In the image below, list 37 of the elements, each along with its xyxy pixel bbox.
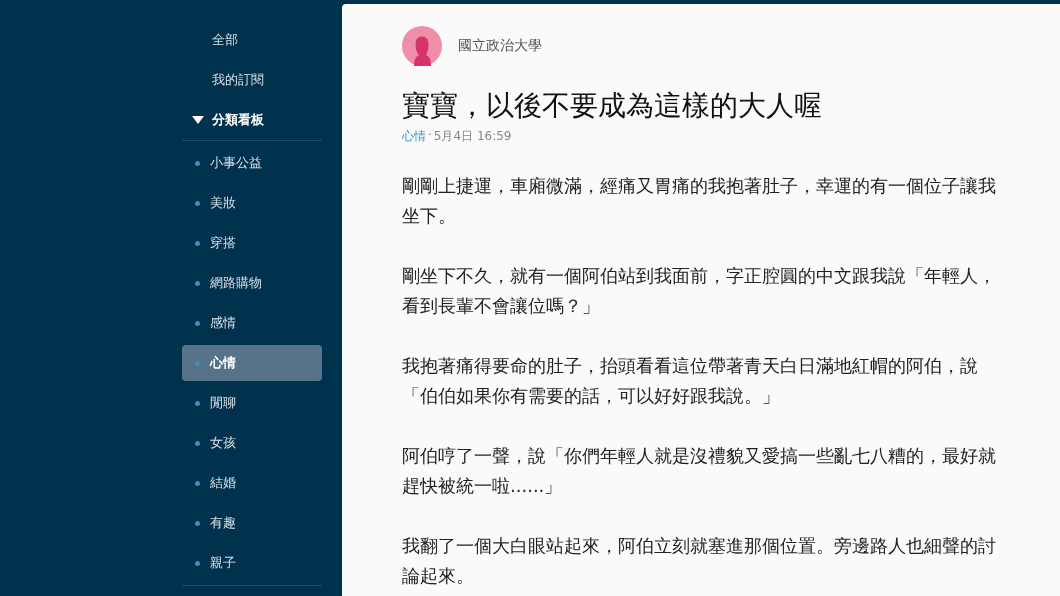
board-item[interactable]: 小事公益 [182,145,322,181]
post-paragraph: 剛剛上捷運，車廂微滿，經痛又胃痛的我抱著肚子，幸運的有一個位子讓我坐下。 [402,174,997,229]
bullet-icon [195,560,200,566]
caret-icon [192,116,204,124]
sidebar-item[interactable]: 我的訂閱 [182,62,322,98]
board-item[interactable]: 心情 [182,345,322,381]
board-item[interactable]: 結婚 [182,465,322,501]
board-item[interactable]: 美妝 [182,185,322,221]
bullet-icon [195,400,200,406]
sidebar-item[interactable]: 全部 [182,22,322,58]
avatar-icon [402,26,442,66]
bullet-icon [195,200,200,206]
post-paragraph: 阿伯哼了一聲，說「你們年輕人就是沒禮貌又愛搞一些亂七八糟的，最好就趕快被統一啦......」 [402,444,997,499]
author-name: 國立政治大學 [458,37,542,55]
post-title: 寶寶，以後不要成為這樣的大人喔 [402,88,823,124]
bullet-icon [195,240,200,246]
post-paragraph: 我抱著痛得要命的肚子，抬頭看看這位帶著青天白日滿地紅帽的阿伯，說「伯伯如果你有需要的話，可以好好跟我說。」 [402,354,979,409]
post-paragraph: 剛坐下不久，就有一個阿伯站到我面前，字正腔圓的中文跟我說「年輕人，看到長輩不會讓位嗎？」 [402,264,997,319]
separator: · [428,128,432,145]
section-toggle[interactable]: 分類看板 [182,102,322,138]
board-item[interactable]: 閒聊 [182,385,322,421]
bullet-icon [195,440,200,446]
board-item[interactable]: 感情 [182,305,322,341]
board-item[interactable]: 女孩 [182,425,322,461]
bullet-icon [195,360,200,366]
post-date: 5月4日 16:59 [433,128,512,146]
bullet-icon [195,520,200,526]
bullet-icon [195,480,200,486]
board-link[interactable]: 心情 [402,128,426,146]
bullet-icon [195,320,200,326]
bullet-icon [195,160,200,166]
board-item[interactable]: 有趣 [182,505,322,541]
board-item[interactable]: 親子 [182,545,322,581]
bullet-icon [195,280,200,286]
board-item[interactable]: 網路購物 [182,265,322,301]
post-paragraph: 我翻了一個大白眼站起來，阿伯立刻就塞進那個位置。旁邊路人也細聲的討論起來。 [402,534,997,589]
board-item[interactable]: 穿搭 [182,225,322,261]
